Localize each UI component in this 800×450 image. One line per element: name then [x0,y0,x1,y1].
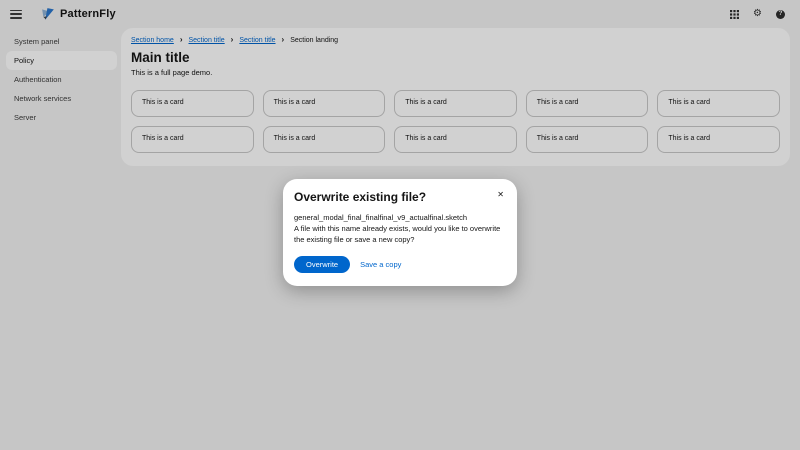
save-a-copy-button[interactable]: Save a copy [360,260,401,269]
overwrite-modal: Overwrite existing file? ✕ general_modal… [283,179,517,286]
overwrite-button[interactable]: Overwrite [294,256,350,273]
modal-body-text: A file with this name already exists, wo… [294,224,504,246]
modal-header: Overwrite existing file? ✕ [294,190,506,204]
modal-footer: Overwrite Save a copy [294,256,506,273]
close-icon[interactable]: ✕ [495,190,506,200]
modal-filename: general_modal_final_finalfinal_v9_actual… [294,213,506,222]
modal-title: Overwrite existing file? [294,190,495,204]
